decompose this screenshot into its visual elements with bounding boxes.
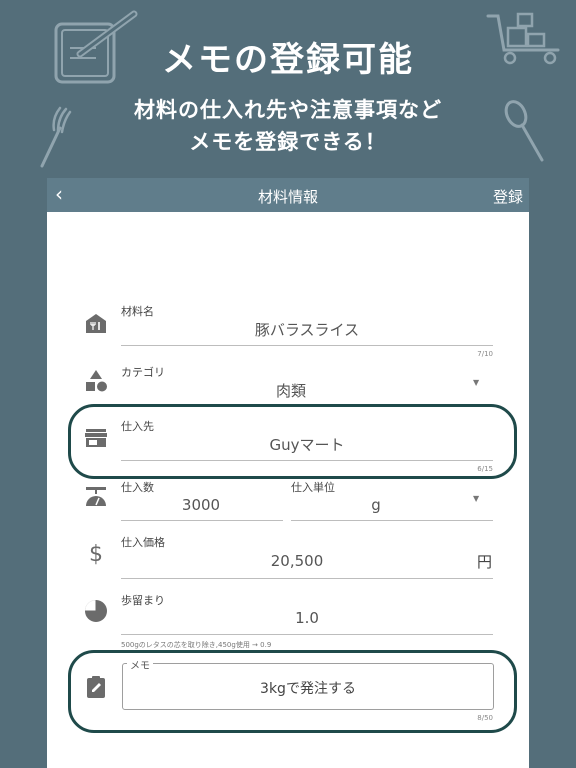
- price-underline: [121, 578, 493, 579]
- purchase-unit-select[interactable]: g: [291, 496, 461, 514]
- dollar-icon: $: [83, 540, 109, 566]
- purchase-qty-input[interactable]: 3000: [121, 496, 281, 514]
- name-underline: [121, 345, 493, 346]
- purchase-unit-label: 仕入単位: [291, 481, 335, 494]
- category-label: カテゴリ: [121, 366, 165, 379]
- price-unit: 円: [477, 553, 493, 571]
- supplier-input[interactable]: Guyマート: [121, 434, 493, 455]
- price-input[interactable]: 20,500: [121, 552, 473, 570]
- category-underline: [121, 406, 493, 407]
- promo-subtitle-line1: 材料の仕入れ先や注意事項など: [134, 98, 442, 122]
- save-button[interactable]: 登録: [493, 186, 523, 207]
- clipboard-edit-icon: [83, 674, 109, 700]
- screen-title: 材料情報: [257, 188, 318, 206]
- supplier-label: 仕入先: [121, 420, 154, 433]
- svg-text:$: $: [89, 542, 103, 566]
- name-label: 材料名: [121, 305, 154, 318]
- app-bar: ‹ 材料情報 登録: [47, 178, 529, 212]
- price-label: 仕入価格: [121, 536, 165, 549]
- yield-underline: [121, 634, 493, 635]
- purchase-qty-label: 仕入数: [121, 481, 154, 494]
- unit-dropdown-icon[interactable]: ▼: [473, 494, 479, 503]
- yield-input[interactable]: 1.0: [121, 609, 493, 627]
- shop-front-icon: [83, 425, 109, 451]
- scale-icon: [83, 484, 109, 510]
- memo-label: メモ: [127, 657, 153, 672]
- category-select[interactable]: 肉類: [121, 380, 461, 401]
- supplier-underline: [121, 460, 493, 461]
- supplier-counter: 6/15: [477, 465, 493, 473]
- promo-subtitle-line2: メモを登録できる！: [189, 130, 387, 154]
- purchase-qty-underline: [121, 520, 283, 521]
- yield-label: 歩留まり: [121, 594, 165, 607]
- store-icon: [83, 310, 109, 336]
- yield-hint: 500gのレタスの芯を取り除き,450g使用 → 0.9: [121, 641, 272, 649]
- pie-icon: [83, 598, 109, 624]
- category-dropdown-icon[interactable]: ▼: [473, 378, 479, 387]
- app-screen: ‹ 材料情報 登録 材料名 豚バラスライス 7/10 カテゴリ 肉類 ▼ 仕入先…: [47, 178, 529, 768]
- name-input[interactable]: 豚バラスライス: [121, 319, 493, 340]
- memo-counter: 8/50: [477, 714, 493, 722]
- purchase-unit-underline: [291, 520, 493, 521]
- memo-input[interactable]: 3kgで発注する: [122, 678, 494, 698]
- promo-title: メモの登録可能: [162, 40, 414, 80]
- shapes-icon: [83, 368, 109, 394]
- name-counter: 7/10: [477, 350, 493, 358]
